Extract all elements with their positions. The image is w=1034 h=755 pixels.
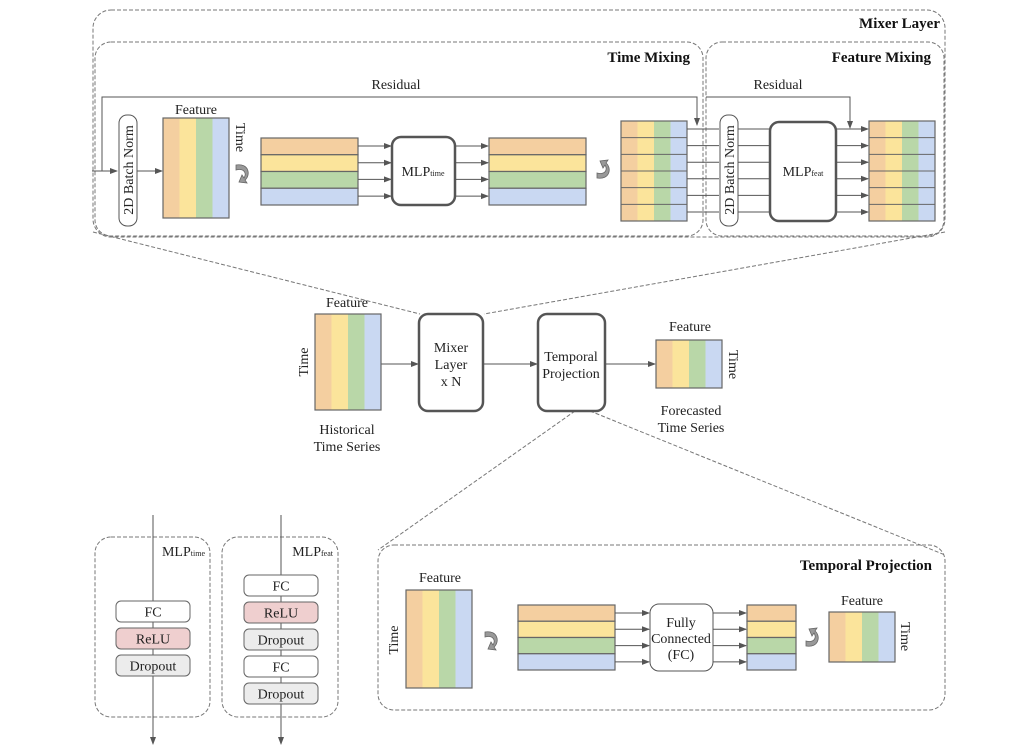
- mlp-time-layer-label: Dropout: [130, 660, 177, 675]
- rotate-icon: [235, 164, 249, 184]
- feature-column: [689, 340, 706, 388]
- rotate-icon: [805, 627, 819, 647]
- mlp-feat-layer-label: Dropout: [258, 688, 305, 703]
- feature-row: [488, 170, 587, 189]
- feature-column: [315, 314, 332, 410]
- feature-row: [488, 137, 587, 156]
- feature-row: [746, 653, 797, 671]
- feature-label: Feature: [175, 103, 217, 118]
- zoom-line: [483, 231, 946, 315]
- feature-row: [488, 154, 587, 173]
- mlp-feat-layer-label: Dropout: [258, 634, 305, 649]
- projection-label: Projection: [542, 367, 600, 382]
- feature-column: [348, 314, 365, 410]
- tp-input-matrix: [405, 589, 473, 689]
- input-feature-label: Feature: [326, 296, 368, 311]
- rotate-icon: [484, 631, 498, 651]
- rotate-icon: [596, 159, 610, 179]
- feature-column: [422, 590, 439, 688]
- feature-column: [331, 314, 348, 410]
- batch-norm-label-feat: 2D Batch Norm: [723, 125, 738, 215]
- feature-column: [364, 314, 381, 410]
- mixer-label: x N: [441, 375, 462, 390]
- feature-row: [260, 154, 359, 173]
- batch-norm-label: 2D Batch Norm: [122, 125, 137, 215]
- mixer-label: Mixer: [434, 341, 469, 356]
- temporal-projection-title: Temporal Projection: [800, 558, 933, 574]
- tp-feature-label: Feature: [419, 571, 461, 586]
- time-label: Time: [232, 123, 247, 152]
- output-time-label: Time: [725, 350, 740, 379]
- mixer-layer-title: Mixer Layer: [859, 16, 940, 32]
- mlp-time-layer-label: FC: [144, 606, 161, 621]
- feature-column: [705, 340, 722, 388]
- feature-row: [488, 187, 587, 206]
- input-caption: Time Series: [314, 440, 381, 455]
- feature-column: [406, 590, 423, 688]
- output-caption: Forecasted: [661, 404, 722, 419]
- feature-column: [656, 340, 673, 388]
- input-matrix: [162, 117, 230, 219]
- fc-label: Connected: [651, 632, 711, 647]
- zoom-line: [92, 231, 421, 315]
- feature-column: [179, 118, 196, 218]
- feature-column: [455, 590, 472, 688]
- feature-column: [439, 590, 456, 688]
- tp-time-label: Time: [387, 625, 402, 654]
- historical-matrix: [314, 313, 382, 411]
- forecast-matrix: [655, 339, 723, 389]
- feature-row: [260, 170, 359, 189]
- residual-label: Residual: [372, 78, 421, 93]
- feature-row: [746, 636, 797, 655]
- zoom-line: [589, 410, 946, 556]
- feature-row: [517, 604, 616, 622]
- tsmixer-diagram: Mixer Layer Time Mixing Feature Mixing R…: [92, 9, 946, 745]
- transposed-matrix: [260, 137, 359, 206]
- mlp-feat-layer-label: ReLU: [264, 607, 298, 622]
- feature-column: [878, 612, 895, 662]
- feature-row: [517, 620, 616, 639]
- zoom-line: [377, 410, 576, 551]
- feature-column: [212, 118, 229, 218]
- feature-column: [196, 118, 213, 218]
- feature-row: [260, 187, 359, 206]
- feature-column: [163, 118, 180, 218]
- output-caption: Time Series: [658, 421, 725, 436]
- tp-transposed-matrix: [517, 604, 616, 671]
- fc-label: Fully: [666, 616, 696, 631]
- feature-mixed-matrix: [868, 120, 936, 222]
- mlp-feat-detail-title: MLPfeat: [292, 545, 334, 560]
- time-mixing-title: Time Mixing: [607, 50, 690, 66]
- mlp-feat-layer-label: FC: [272, 580, 289, 595]
- tp-output-rows: [746, 604, 797, 671]
- feature-mixing-title: Feature Mixing: [832, 50, 932, 66]
- tp-out-feature-label: Feature: [841, 594, 883, 609]
- tp-output-matrix: [828, 611, 896, 663]
- mixed-matrix: [488, 137, 587, 206]
- feature-row: [517, 636, 616, 655]
- projection-label: Temporal: [544, 350, 598, 365]
- fc-label: (FC): [668, 648, 695, 663]
- feature-column: [829, 612, 846, 662]
- mlp-time-layer-label: ReLU: [136, 633, 170, 648]
- output-feature-label: Feature: [669, 320, 711, 335]
- mixer-label: Layer: [435, 358, 468, 373]
- mlp-feat-layer-label: FC: [272, 661, 289, 676]
- feature-row: [746, 620, 797, 639]
- feature-column: [672, 340, 689, 388]
- input-caption: Historical: [319, 423, 374, 438]
- tp-out-time-label: Time: [897, 622, 912, 651]
- mlp-time-detail-title: MLPtime: [162, 545, 205, 560]
- input-time-label: Time: [297, 347, 312, 376]
- feature-row: [517, 653, 616, 671]
- feature-column: [862, 612, 879, 662]
- feature-column: [845, 612, 862, 662]
- time-mixed-matrix: [620, 120, 688, 222]
- feature-row: [260, 137, 359, 156]
- residual-label-feat: Residual: [754, 78, 803, 93]
- feature-row: [746, 604, 797, 622]
